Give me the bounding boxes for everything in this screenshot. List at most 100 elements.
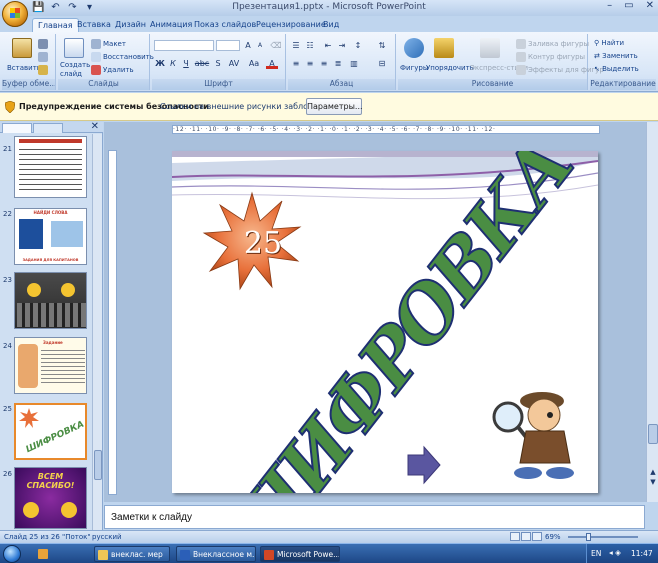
title-bar: 💾 ↶ ↷ ▾ Презентация1.pptx - Microsoft Po…: [0, 0, 658, 27]
taskbar-item-powerpoint[interactable]: Microsoft Powe...: [260, 546, 340, 562]
find-button[interactable]: ⚲ Найти: [594, 39, 624, 47]
current-slide[interactable]: 25 ШИФРОВКА - 2016: [172, 151, 598, 493]
fill-icon: [516, 39, 526, 49]
taskbar-item-folder[interactable]: внеклас. мер: [94, 546, 170, 562]
window-title: Презентация1.pptx - Microsoft PowerPoint: [232, 2, 426, 12]
align-right-icon[interactable]: ≡: [318, 58, 330, 69]
tab-view[interactable]: Вид: [318, 18, 344, 32]
tab-slides[interactable]: [2, 123, 32, 133]
select-button[interactable]: ↖ Выделить: [594, 65, 639, 73]
font-size-combo[interactable]: [216, 40, 240, 51]
slide-thumbnail-24[interactable]: Задание: [14, 337, 87, 394]
scrollbar-thumb[interactable]: [94, 450, 102, 480]
align-left-icon[interactable]: ≡: [290, 58, 302, 69]
scrollbar-thumb[interactable]: [648, 424, 658, 444]
justify-icon[interactable]: ≣: [332, 58, 344, 69]
tray-icons[interactable]: ◂ ◈: [609, 548, 621, 557]
slide-thumbnail-21[interactable]: [14, 136, 87, 198]
line-spacing-icon[interactable]: ↕: [352, 40, 364, 51]
clock[interactable]: 11:47: [631, 549, 653, 558]
previous-slide-icon[interactable]: ▲: [648, 468, 658, 476]
slides-pane-scrollbar[interactable]: [92, 134, 102, 530]
layout-button[interactable]: Макет: [91, 39, 126, 49]
language-status[interactable]: русский: [92, 533, 122, 541]
reset-button[interactable]: Восстановить: [91, 52, 154, 62]
zoom-level[interactable]: 69%: [545, 533, 561, 541]
quick-launch: [36, 546, 88, 562]
security-warning-bar: Предупреждение системы безопасности Ссыл…: [0, 93, 658, 121]
new-slide-icon[interactable]: [64, 38, 84, 58]
shape-outline-button[interactable]: Контур фигуры: [516, 52, 585, 62]
slide-number: 22: [3, 210, 12, 218]
italic-button[interactable]: К: [167, 58, 179, 69]
group-label-slides: Слайды: [58, 79, 149, 90]
slide-vertical-scrollbar[interactable]: ▲ ▼: [646, 122, 658, 502]
quick-launch-icon[interactable]: [38, 549, 48, 559]
minimize-button[interactable]: –: [607, 0, 612, 11]
sorter-view-button[interactable]: [521, 532, 531, 541]
group-editing: ⚲ Найти ⇄ Заменить ↖ Выделить Редактиров…: [590, 34, 656, 90]
paste-button[interactable]: Вставить: [7, 64, 41, 72]
font-name-combo[interactable]: [154, 40, 214, 51]
grow-font-button[interactable]: A: [242, 40, 254, 51]
numbering-icon[interactable]: ☷: [304, 40, 316, 51]
word-icon: [180, 550, 190, 560]
shrink-font-button[interactable]: A: [254, 40, 266, 51]
office-button[interactable]: [2, 1, 28, 27]
text-direction-icon[interactable]: ⇅: [376, 40, 388, 51]
maximize-button[interactable]: ▭: [624, 0, 633, 11]
pane-tabs: ✕: [0, 121, 103, 133]
replace-button[interactable]: ⇄ Заменить: [594, 52, 638, 60]
notes-pane[interactable]: Заметки к слайду: [104, 505, 645, 529]
align-center-icon[interactable]: ≡: [304, 58, 316, 69]
underline-button[interactable]: Ч: [180, 58, 192, 69]
shapes-icon[interactable]: [404, 38, 424, 58]
start-button[interactable]: [3, 545, 21, 563]
slide-thumbnail-26[interactable]: ВСЕМ СПАСИБО!: [14, 467, 87, 529]
normal-view-button[interactable]: [510, 532, 520, 541]
align-text-icon[interactable]: ⊟: [376, 58, 388, 69]
font-color-button[interactable]: A: [266, 58, 278, 69]
effects-icon: [516, 65, 526, 75]
strikethrough-button[interactable]: abc: [194, 58, 210, 69]
arrange-button[interactable]: Упорядочить: [426, 64, 474, 72]
char-spacing-button[interactable]: AV: [226, 58, 242, 69]
slide-thumbnail-23[interactable]: [14, 272, 87, 329]
thumbnail-heading: ВСЕМ СПАСИБО!: [26, 472, 75, 490]
paste-icon[interactable]: [12, 38, 32, 58]
quick-styles-icon[interactable]: [480, 38, 500, 58]
cut-icon[interactable]: [38, 39, 48, 49]
shadow-button[interactable]: S: [212, 58, 224, 69]
next-arrow-icon[interactable]: [406, 445, 442, 485]
bold-button[interactable]: Ж: [154, 58, 166, 69]
taskbar-item-word[interactable]: Внеклассное м...: [176, 546, 256, 562]
shapes-button[interactable]: Фигуры: [400, 64, 428, 72]
format-painter-icon[interactable]: [38, 65, 48, 75]
change-case-button[interactable]: Aa: [246, 58, 262, 69]
language-indicator[interactable]: EN: [591, 549, 601, 558]
bullets-icon[interactable]: ☰: [290, 40, 302, 51]
shape-fill-button[interactable]: Заливка фигуры: [516, 39, 589, 49]
next-slide-icon[interactable]: ▼: [648, 478, 658, 486]
slide-thumbnail-25-selected[interactable]: ШИФРОВКА - 2016: [14, 403, 87, 460]
slideshow-view-button[interactable]: [532, 532, 542, 541]
close-pane-icon[interactable]: ✕: [91, 121, 99, 132]
decrease-indent-icon[interactable]: ⇤: [322, 40, 334, 51]
options-button[interactable]: Параметры...: [306, 98, 363, 115]
columns-icon[interactable]: ▥: [348, 58, 360, 69]
tab-outline[interactable]: [33, 123, 63, 133]
clear-format-icon[interactable]: ⌫: [270, 40, 282, 51]
slide-thumbnail-22[interactable]: НАЙДИ СЛОВА ЗАДАНИЯ ДЛЯ КАПИТАНОВ: [14, 208, 87, 265]
delete-icon: [91, 65, 101, 75]
new-slide-button[interactable]: Создать слайд: [60, 61, 90, 79]
delete-slide-button[interactable]: Удалить: [91, 65, 134, 75]
increase-indent-icon[interactable]: ⇥: [336, 40, 348, 51]
close-button[interactable]: ✕: [646, 0, 654, 11]
copy-icon[interactable]: [38, 52, 48, 62]
arrange-icon[interactable]: [434, 38, 454, 58]
zoom-slider[interactable]: [568, 533, 638, 541]
group-slides: Создать слайд Макет Восстановить Удалить…: [58, 34, 154, 90]
powerpoint-icon: [264, 550, 274, 560]
zoom-slider-knob[interactable]: [586, 533, 591, 541]
slide-number: 23: [3, 276, 12, 284]
